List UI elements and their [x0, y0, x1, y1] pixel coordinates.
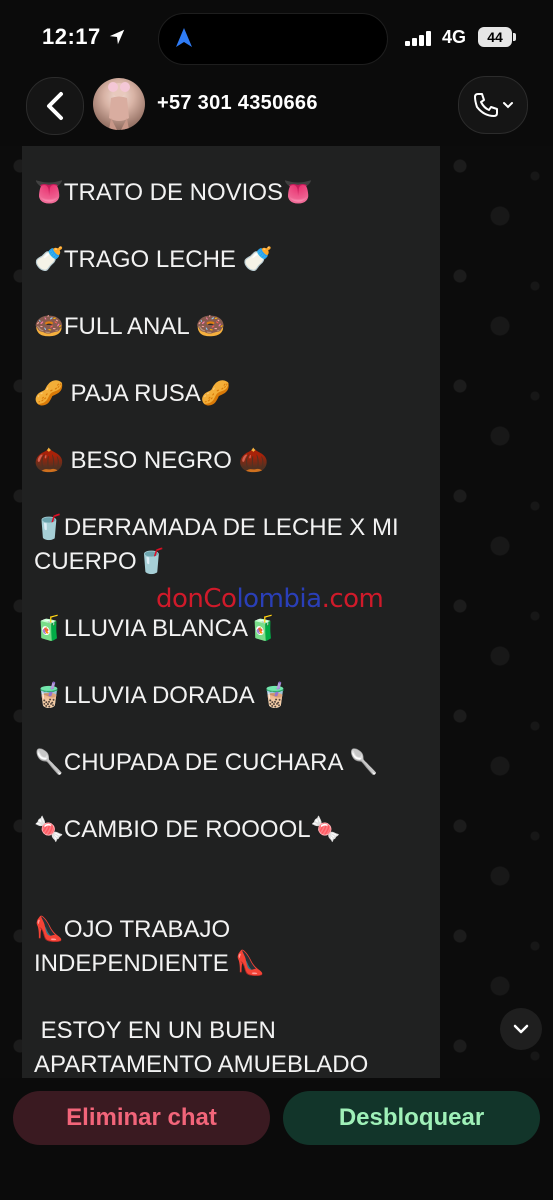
message-line: 🧋LLUVIA DORADA 🧋 [34, 682, 290, 709]
chat-header: +57 301 4350666 [0, 70, 553, 142]
scroll-down-button[interactable] [500, 1008, 542, 1050]
chevron-left-icon [47, 92, 63, 120]
message-line: 🥄CHUPADA DE CUCHARA 🥄 [34, 749, 379, 776]
status-bar: 12:17 4G 44 [0, 0, 553, 70]
back-button[interactable] [26, 77, 84, 135]
battery-icon: 44 [478, 27, 516, 47]
message-line: 🥤DERRAMADA DE LECHE X MI CUERPO🥤 [34, 514, 399, 575]
message-line: 👅TRATO DE NOVIOS👅 [34, 179, 313, 206]
navigation-arrow-icon [176, 28, 192, 47]
message-line: 🍩FULL ANAL 🍩 [34, 313, 226, 340]
unblock-button[interactable]: Desbloquear [283, 1091, 540, 1145]
message-line: ESTOY EN UN BUEN APARTAMENTO AMUEBLADO [34, 1017, 369, 1078]
chevron-down-icon [513, 1024, 529, 1034]
chevron-down-icon [503, 102, 513, 109]
message-line: 🧃LLUVIA BLANCA🧃 [34, 615, 278, 642]
dynamic-island[interactable] [158, 13, 388, 65]
signal-icon [405, 30, 435, 46]
phone-icon [474, 93, 498, 117]
call-button[interactable] [458, 76, 528, 134]
location-arrow-icon [109, 29, 125, 45]
contact-name[interactable]: +57 301 4350666 [157, 92, 318, 115]
avatar[interactable] [93, 78, 145, 130]
avatar-figure [108, 82, 130, 130]
message-line: 🌰 BESO NEGRO 🌰 [34, 447, 269, 474]
chat-area[interactable]: 👅TRATO DE NOVIOS👅 🍼TRAGO LECHE 🍼 🍩FULL A… [0, 146, 553, 1078]
watermark-part: .com [321, 584, 384, 614]
delete-chat-button[interactable]: Eliminar chat [13, 1091, 270, 1145]
watermark-part: donCo [156, 584, 237, 614]
bottom-action-bar: Eliminar chat Desbloquear [0, 1078, 553, 1200]
watermark: donColombia.com [156, 584, 384, 614]
message-line: 🥜 PAJA RUSA🥜 [34, 380, 231, 407]
status-time: 12:17 [42, 24, 101, 49]
message-line: 👠OJO TRABAJO INDEPENDIENTE 👠 [34, 916, 266, 977]
watermark-part: lombia [236, 584, 322, 614]
message-line: 🍬CAMBIO DE ROOOOL🍬 [34, 816, 341, 843]
message-line: 🍼TRAGO LECHE 🍼 [34, 246, 273, 273]
network-label: 4G [442, 27, 467, 47]
